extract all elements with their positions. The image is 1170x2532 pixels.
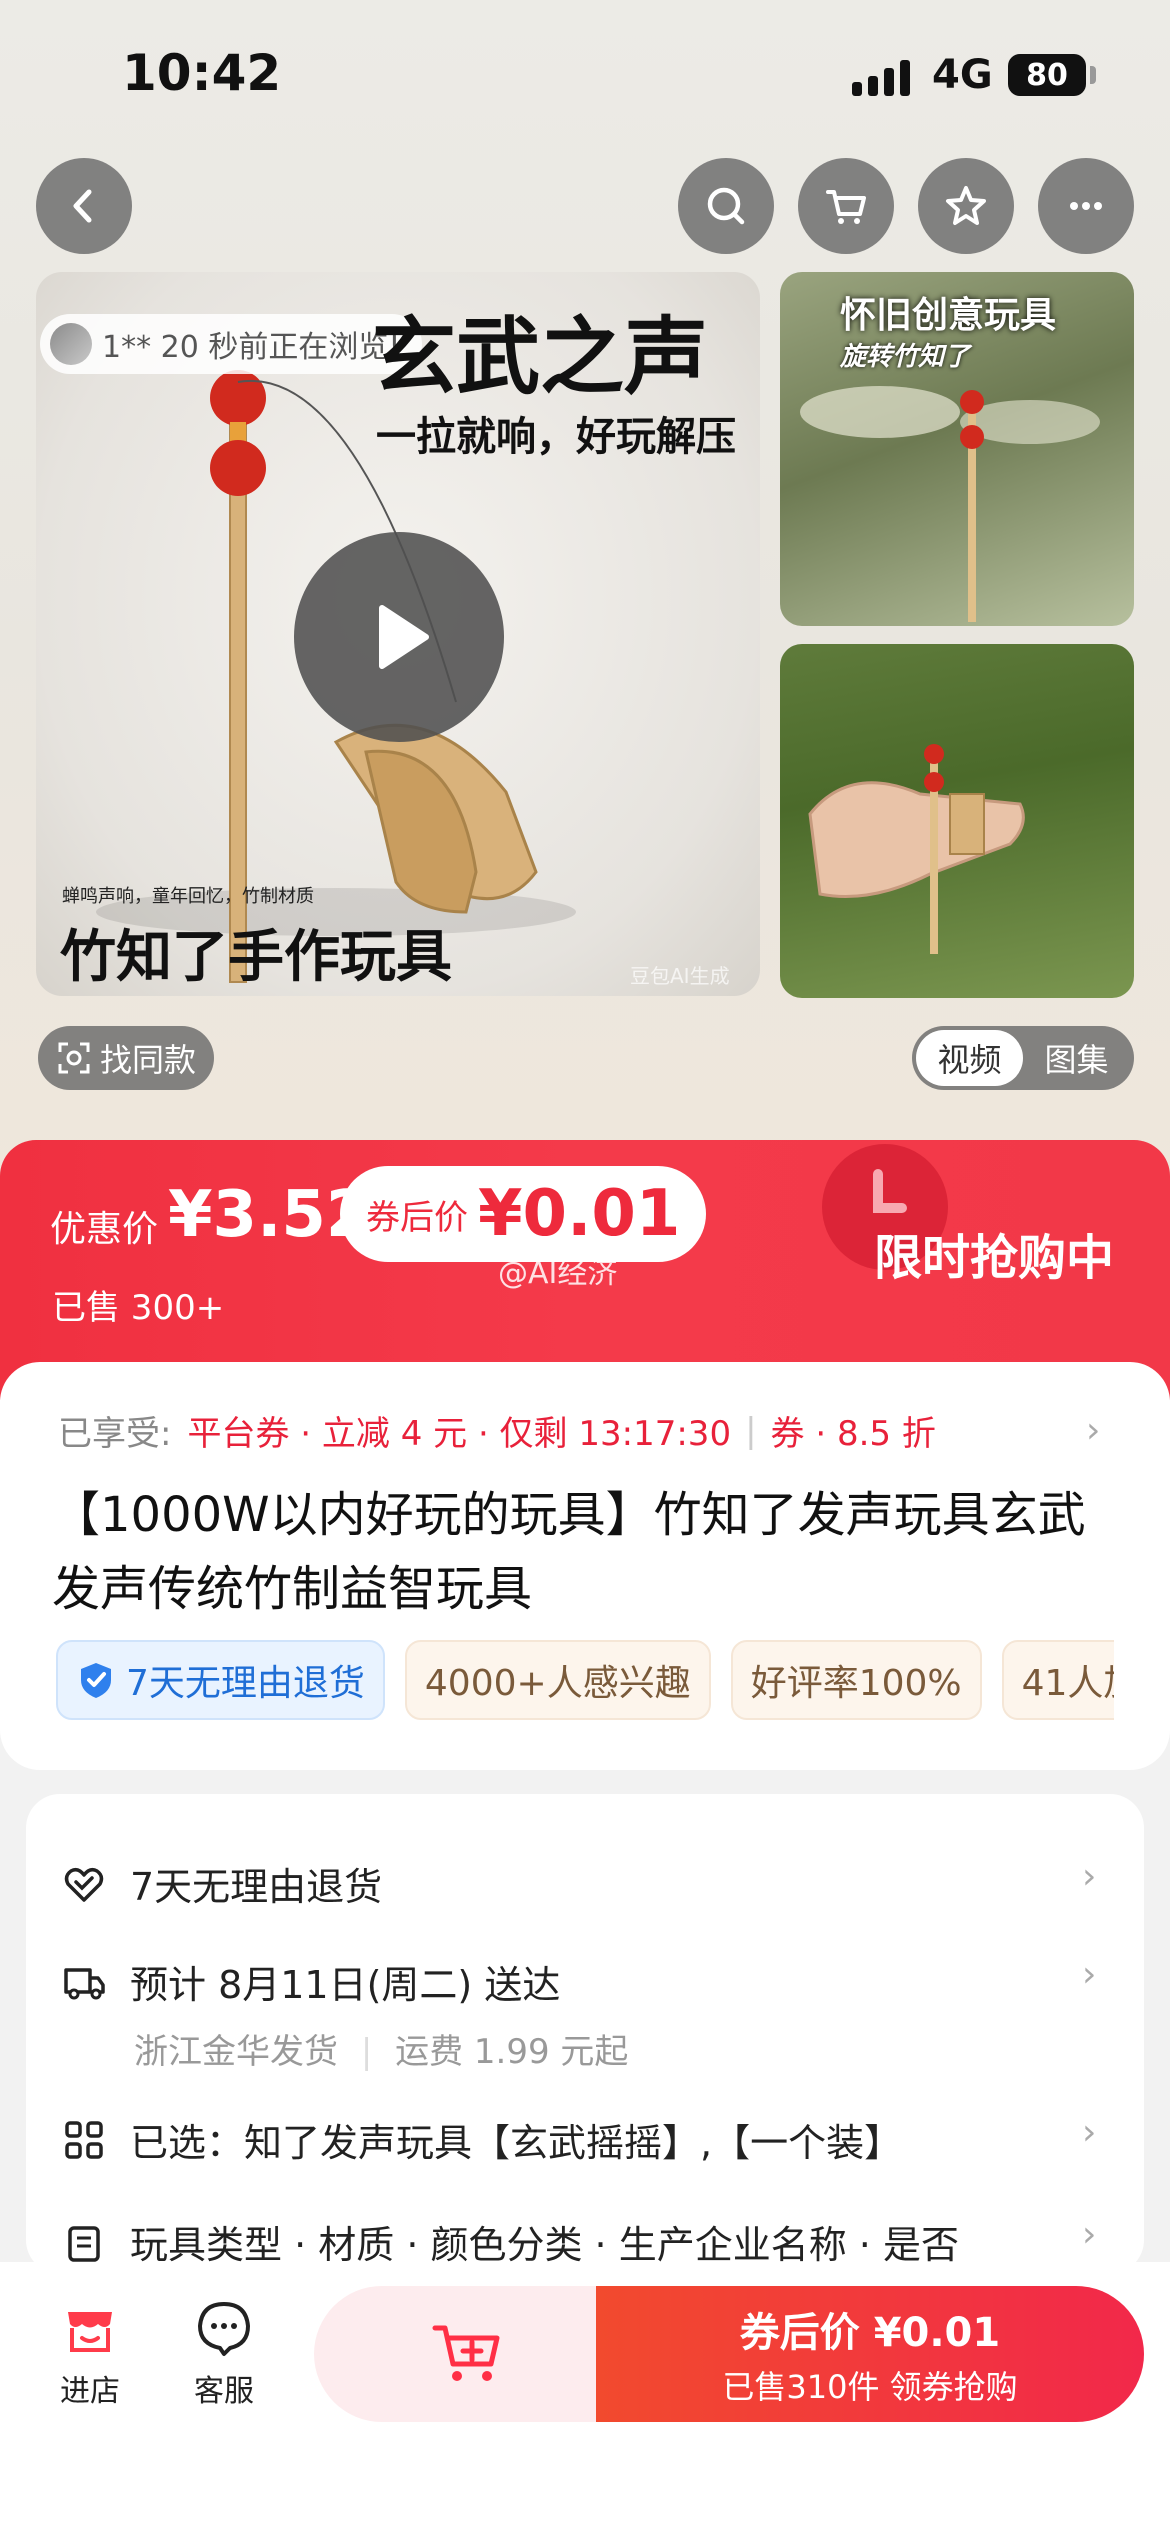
divider: |: [360, 2032, 373, 2072]
tag-rating: 好评率100%: [730, 1640, 982, 1720]
shipping-fee: 运费 1.99 元起: [395, 2032, 629, 2072]
service-returns-row[interactable]: 7天无理由退货: [62, 1856, 382, 1911]
service-delivery-row[interactable]: 预计 8月11日(周二) 送达: [62, 1954, 560, 2009]
browsing-notice: 1** 20 秒前正在浏览!: [40, 314, 423, 374]
divider: |: [745, 1410, 757, 1451]
chevron-right-icon: ›: [1082, 2214, 1097, 2255]
back-button[interactable]: [36, 158, 132, 254]
enjoyed-offers-row[interactable]: 已享受: 平台券 · 立减 4 元 · 仅剩 13:17:30 | 券 · 8.…: [58, 1406, 936, 1455]
avatar: [50, 323, 92, 365]
ai-watermark: 豆包AI生成: [630, 964, 730, 988]
image-big-caption: 竹知了手作玩具: [60, 925, 452, 990]
find-same-button[interactable]: 找同款: [38, 1026, 215, 1090]
image-subhead: 一拉就响，好玩解压: [376, 414, 736, 460]
selected-spec-row[interactable]: 已选：知了发声玩具【玄武摇摇】,【一个装】: [62, 2112, 902, 2167]
back-arrow-icon: [73, 189, 92, 223]
params-row[interactable]: 玩具类型 · 材质 · 颜色分类 · 生产企业名称 · 是否: [62, 2214, 959, 2269]
delivery-truck-icon: [64, 1967, 105, 1999]
customer-service-label: 客服: [194, 2374, 254, 2409]
gallery-thumbnail-2[interactable]: [780, 644, 1134, 998]
shield-check-icon: [81, 1663, 111, 1698]
product-title: 【1000W以内好玩的玩具】竹知了发声玩具玄武发声传统竹制益智玩具: [52, 1487, 1086, 1617]
service-returns-label: 7天无理由退货: [130, 1865, 383, 1909]
buy-button-price: 券后价 ¥0.01: [739, 2310, 1001, 2356]
cart-nav-button[interactable]: [798, 158, 894, 254]
platform-coupon-text: 平台券 · 立减 4 元 · 仅剩 13:17:30: [187, 1414, 732, 1454]
add-to-cart-button[interactable]: [314, 2286, 624, 2422]
enjoy-prefix: 已享受:: [58, 1414, 172, 1454]
buy-with-coupon-button[interactable]: 券后价 ¥0.01 已售310件 领券抢购: [596, 2286, 1144, 2422]
flash-sale-label: 限时抢购中: [874, 1230, 1115, 1286]
service-delivery-label: 预计 8月11日(周二) 送达: [130, 1963, 561, 2007]
clipboard-icon: [68, 2225, 100, 2262]
tag-interest: 4000+人感兴趣: [404, 1640, 711, 1720]
selected-spec-label: 已选：知了发声玩具【玄武摇摇】,【一个装】: [130, 2121, 903, 2165]
status-time: 10:42: [122, 44, 282, 102]
play-icon: [379, 605, 429, 669]
scan-icon: [58, 1042, 90, 1074]
shopping-cart-icon: [826, 190, 866, 224]
ship-from-row: 浙江金华发货 | 运费 1.99 元起: [134, 2024, 628, 2073]
tags-row: 7天无理由退货 4000+人感兴趣 好评率100% 41人加购: [56, 1640, 1114, 1722]
image-small-caption: 蝉鸣声响，童年回忆，竹制材质: [62, 886, 314, 907]
favorite-button[interactable]: [918, 158, 1014, 254]
browsing-text: 1** 20 秒前正在浏览!: [102, 330, 401, 365]
ship-from: 浙江金华发货: [134, 2032, 338, 2072]
chevron-right-icon: ›: [1082, 1954, 1097, 1995]
discount-coupon-text: 券 · 8.5 折: [770, 1414, 936, 1454]
coupon-price-value: ¥0.01: [478, 1177, 681, 1251]
search-button[interactable]: [678, 158, 774, 254]
tab-video[interactable]: 视频: [916, 1030, 1023, 1086]
customer-service-button[interactable]: 客服: [164, 2298, 284, 2410]
image-headline: 玄武之声: [372, 307, 709, 406]
add-cart-icon: [432, 2325, 500, 2381]
store-icon: [68, 2312, 112, 2352]
play-button[interactable]: [294, 532, 504, 742]
star-icon: [946, 186, 986, 225]
store-button[interactable]: 进店: [30, 2298, 150, 2410]
service-card: 7天无理由退货 › 预计 8月11日(周二) 送达 › 浙江金华发货 | 运费 …: [26, 1794, 1144, 2274]
status-bar: 10:42 4G 80: [0, 0, 1170, 150]
tag-returns-label: 7天无理由退货: [126, 1663, 365, 1704]
chevron-right-icon: ›: [1082, 1856, 1097, 1897]
more-dots-icon: [1070, 202, 1102, 210]
media-toggle: 视频 图集: [912, 1026, 1134, 1090]
params-label: 玩具类型 · 材质 · 颜色分类 · 生产企业名称 · 是否: [130, 2223, 959, 2267]
search-icon: [707, 187, 745, 225]
signal-icon: [852, 56, 910, 96]
store-label: 进店: [60, 2374, 120, 2409]
network-label: 4G: [932, 52, 993, 98]
chevron-right-icon: ›: [1086, 1410, 1101, 1451]
thumbnail-subtitle: 旋转竹知了: [840, 342, 971, 372]
grid-icon: [65, 2120, 103, 2159]
discount-price-label: 优惠价: [50, 1209, 159, 1250]
heart-return-icon: [64, 1867, 104, 1902]
tag-returns: 7天无理由退货: [56, 1640, 385, 1720]
coupon-price-label: 券后价: [366, 1197, 468, 1238]
find-same-label: 找同款: [100, 1041, 197, 1079]
battery-tip: [1090, 66, 1096, 84]
more-button[interactable]: [1038, 158, 1134, 254]
sold-count: 已售 300+: [52, 1288, 225, 1328]
tab-gallery[interactable]: 图集: [1023, 1030, 1130, 1086]
hand-holding-toy-image: [808, 744, 1025, 954]
weibo-watermark: @AI经济: [498, 1256, 618, 1291]
battery-icon: 80: [1008, 54, 1086, 96]
tag-added-to-cart: 41人加购: [1001, 1640, 1114, 1720]
chevron-right-icon: ›: [1082, 2112, 1097, 2153]
buy-button-subtext: 已售310件 领券抢购: [722, 2368, 1018, 2406]
thumbnail-title: 怀旧创意玩具: [840, 295, 1057, 336]
chat-bubble-icon: [198, 2302, 250, 2356]
